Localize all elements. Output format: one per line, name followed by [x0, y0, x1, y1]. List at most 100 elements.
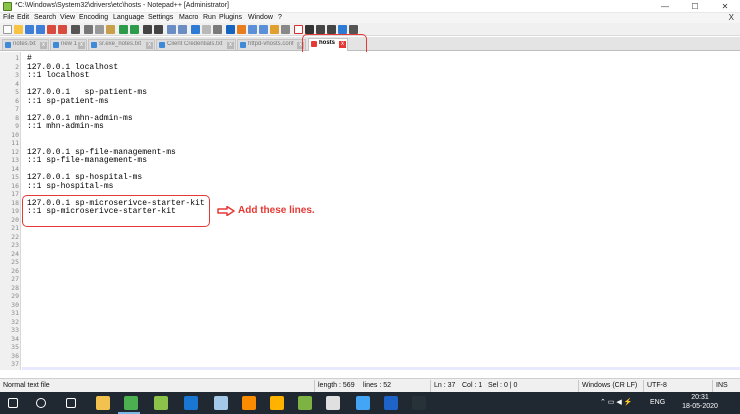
tab-label: httpd-vhosts.conf	[248, 41, 294, 47]
status-divider	[643, 380, 644, 392]
status-encoding[interactable]: UTF-8	[647, 382, 667, 389]
maps-icon[interactable]	[184, 396, 198, 410]
menu-run[interactable]: Run	[203, 14, 216, 21]
paste-icon[interactable]	[106, 25, 115, 34]
play-macro-icon[interactable]	[316, 25, 325, 34]
notepad-plus-plus-icon[interactable]	[154, 396, 168, 410]
word-wrap-icon[interactable]	[202, 25, 211, 34]
status-length: length : 569	[318, 382, 355, 389]
search-icon[interactable]	[36, 398, 46, 408]
print-icon[interactable]	[71, 25, 80, 34]
code-line[interactable]: ::1 localhost	[27, 71, 89, 80]
code-line[interactable]: ::1 sp-file-management-ms	[27, 156, 147, 165]
status-selection: Sel : 0 | 0	[488, 382, 518, 389]
menu-window[interactable]: Window	[248, 14, 273, 21]
tab-httpd-vhosts[interactable]: httpd-vhosts.conf x	[237, 39, 306, 50]
menu-encoding[interactable]: Encoding	[79, 14, 108, 21]
close-all-icon[interactable]	[58, 25, 67, 34]
app-icon-camera[interactable]	[326, 396, 340, 410]
undo-icon[interactable]	[119, 25, 128, 34]
paint-icon[interactable]	[270, 396, 284, 410]
stop-macro-icon[interactable]	[305, 25, 314, 34]
maximize-button[interactable]: ☐	[680, 0, 710, 13]
close-file-icon[interactable]	[47, 25, 56, 34]
status-column: Col : 1	[462, 382, 483, 389]
current-line-highlight	[22, 367, 740, 370]
run-macro-multiple-icon[interactable]	[327, 25, 336, 34]
windows-start-icon[interactable]	[8, 398, 18, 408]
open-file-icon[interactable]	[14, 25, 23, 34]
word-icon[interactable]	[384, 396, 398, 410]
code-line[interactable]: ::1 mhn-admin-ms	[27, 122, 104, 131]
close-button[interactable]: ✕	[710, 0, 740, 13]
tab-new-1[interactable]: new 1 x	[50, 39, 87, 50]
title-bar: *C:\Windows\System32\drivers\etc\hosts -…	[0, 0, 740, 13]
status-divider	[712, 380, 713, 392]
record-macro-icon[interactable]	[294, 25, 303, 34]
status-divider	[314, 380, 315, 392]
new-file-icon[interactable]	[3, 25, 12, 34]
app-icon-blue[interactable]	[356, 396, 370, 410]
menu-file[interactable]: File	[3, 14, 14, 21]
task-view-icon[interactable]	[66, 398, 76, 408]
cut-icon[interactable]	[84, 25, 93, 34]
tab-close-icon[interactable]: x	[146, 42, 153, 49]
app-icon-green[interactable]	[298, 396, 312, 410]
menu-settings[interactable]: Settings	[148, 14, 173, 21]
window-title: *C:\Windows\System32\drivers\etc\hosts -…	[15, 2, 229, 9]
doc-map-icon[interactable]	[248, 25, 257, 34]
tab-notes[interactable]: notes.txt x	[2, 39, 49, 50]
tab-sr-exe-notes[interactable]: sr.exe_notes.txt x	[88, 39, 155, 50]
sticky-notes-icon[interactable]	[214, 396, 228, 410]
menu-view[interactable]: View	[60, 14, 75, 21]
save-all-icon[interactable]	[36, 25, 45, 34]
code-line[interactable]: ::1 sp-patient-ms	[27, 97, 109, 106]
menu-macro[interactable]: Macro	[179, 14, 198, 21]
code-line[interactable]: ::1 sp-hospital-ms	[27, 182, 113, 191]
redo-icon[interactable]	[130, 25, 139, 34]
save-icon[interactable]	[25, 25, 34, 34]
line-number-gutter: 1 2 3 4 5 6 7 8 9 10 11 12 13 14 15 16 17 18 19 20 21 22 23 24 2…	[0, 52, 21, 370]
menu-close-icon[interactable]: X	[729, 13, 734, 22]
chrome-icon[interactable]	[124, 396, 138, 410]
udl-icon[interactable]	[237, 25, 246, 34]
menu-help[interactable]: ?	[278, 14, 282, 21]
tab-close-icon[interactable]: x	[40, 42, 47, 49]
system-tray-icons[interactable]: ⌃ ▭ ◀ ⚡	[600, 398, 632, 406]
zoom-in-icon[interactable]	[167, 25, 176, 34]
spell-check-icon[interactable]	[349, 25, 358, 34]
status-divider	[578, 380, 579, 392]
minimize-button[interactable]: —	[650, 0, 680, 13]
clock-date[interactable]: 18-05-2020	[677, 403, 723, 410]
tab-client-credentials[interactable]: Client Credentials.txt x	[156, 39, 236, 50]
replace-icon[interactable]	[154, 25, 163, 34]
windows-taskbar: ⌃ ▭ ◀ ⚡ ENG 20:31 18-05-2020	[0, 392, 740, 414]
menu-language[interactable]: Language	[113, 14, 144, 21]
copy-icon[interactable]	[95, 25, 104, 34]
language-indicator[interactable]: ENG	[650, 399, 665, 406]
file-saved-icon	[91, 42, 97, 48]
notepad-plus-plus-app-icon	[3, 2, 12, 11]
sync-scroll-icon[interactable]	[191, 25, 200, 34]
tab-close-icon[interactable]: x	[78, 42, 85, 49]
zoom-out-icon[interactable]	[178, 25, 187, 34]
menu-search[interactable]: Search	[34, 14, 56, 21]
tab-close-icon[interactable]: x	[227, 42, 234, 49]
tab-label: new 1	[61, 41, 78, 47]
monitoring-icon[interactable]	[281, 25, 290, 34]
clock-time[interactable]: 20:31	[680, 394, 720, 401]
find-icon[interactable]	[143, 25, 152, 34]
xampp-icon[interactable]	[242, 396, 256, 410]
indent-guide-icon[interactable]	[226, 25, 235, 34]
tab-bar: notes.txt x new 1 x sr.exe_notes.txt x C…	[0, 37, 740, 51]
menu-plugins[interactable]: Plugins	[219, 14, 242, 21]
folder-workspace-icon[interactable]	[270, 25, 279, 34]
file-explorer-icon[interactable]	[96, 396, 110, 410]
tab-label: Client Credentials.txt	[167, 41, 223, 47]
app-icon-dark[interactable]	[412, 396, 426, 410]
menu-edit[interactable]: Edit	[17, 14, 29, 21]
show-all-chars-icon[interactable]	[213, 25, 222, 34]
status-eol[interactable]: Windows (CR LF)	[582, 382, 637, 389]
function-list-icon[interactable]	[259, 25, 268, 34]
save-macro-icon[interactable]	[338, 25, 347, 34]
